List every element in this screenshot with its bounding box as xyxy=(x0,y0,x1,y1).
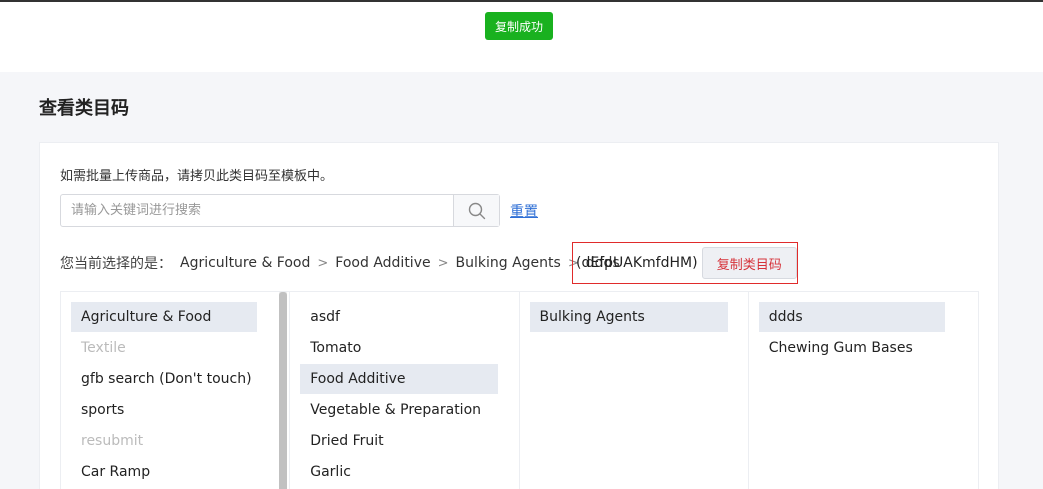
category-column-level-3: Bulking Agents xyxy=(520,292,749,489)
breadcrumb-item: Bulking Agents xyxy=(455,255,561,271)
breadcrumb-separator: > xyxy=(437,255,449,271)
upload-hint: 如需批量上传商品，请拷贝此类目码至模板中。 xyxy=(60,169,334,184)
search-input[interactable] xyxy=(61,195,453,226)
category-item: Textile xyxy=(81,340,126,356)
category-list: asdf Tomato Food Additive Vegetable & Prepa… xyxy=(300,302,518,487)
copy-category-code-button[interactable]: 复制类目码 xyxy=(701,247,797,279)
column-scrollbar-thumb[interactable] xyxy=(279,292,287,489)
current-selection: 您当前选择的是： Agriculture & Food > Food Addit… xyxy=(60,253,620,273)
category-item: resubmit xyxy=(81,433,144,449)
search-box xyxy=(60,194,500,227)
category-item[interactable]: sports xyxy=(71,395,257,425)
category-column-level-2: asdf Tomato Food Additive Vegetable & Prepa… xyxy=(290,292,520,489)
category-columns: Agriculture & Food Textile gfb search (Don… xyxy=(60,291,979,489)
category-code: (dEfpUAKmfdHM) xyxy=(576,255,698,271)
top-border xyxy=(0,0,1043,2)
column-scrollbar[interactable] xyxy=(279,292,287,489)
breadcrumb-item: Agriculture & Food xyxy=(180,255,311,271)
category-item[interactable]: Vegetable & Preparation xyxy=(300,395,498,425)
category-code-highlight: (dEfpUAKmfdHM) 复制类目码 xyxy=(572,242,798,284)
category-item[interactable]: Car Ramp xyxy=(71,457,257,487)
breadcrumb-separator: > xyxy=(317,255,329,271)
category-item[interactable]: Garlic xyxy=(300,457,498,487)
category-list: Agriculture & Food Textile gfb search (Don… xyxy=(71,302,289,487)
search-icon xyxy=(468,202,485,219)
category-item[interactable]: Bulking Agents xyxy=(529,302,728,332)
category-column-level-4: ddds Chewing Gum Bases xyxy=(749,292,978,489)
category-item[interactable]: Food Additive xyxy=(300,364,499,394)
breadcrumb-item: Food Additive xyxy=(335,255,431,271)
reset-link[interactable]: 重置 xyxy=(510,201,538,221)
category-item[interactable]: asdf xyxy=(300,302,498,332)
category-item[interactable]: Chewing Gum Bases xyxy=(759,333,945,363)
category-list: Bulking Agents xyxy=(529,302,748,332)
page-title: 查看类目码 xyxy=(39,98,129,119)
search-button[interactable] xyxy=(453,195,499,226)
category-code-card: 如需批量上传商品，请拷贝此类目码至模板中。 重置 您当前选择的是： Agricu… xyxy=(39,142,999,489)
category-column-level-1: Agriculture & Food Textile gfb search (Don… xyxy=(61,292,291,489)
category-item[interactable]: gfb search (Don't touch) xyxy=(71,364,257,394)
copy-success-toast: 复制成功 xyxy=(485,12,553,40)
category-item[interactable]: Dried Fruit xyxy=(300,426,498,456)
current-selection-label: 您当前选择的是： xyxy=(60,256,172,272)
category-item[interactable]: Tomato xyxy=(300,333,498,363)
category-list: ddds Chewing Gum Bases xyxy=(758,302,978,363)
category-item[interactable]: ddds xyxy=(758,302,945,332)
category-item[interactable]: Agriculture & Food xyxy=(71,302,257,332)
